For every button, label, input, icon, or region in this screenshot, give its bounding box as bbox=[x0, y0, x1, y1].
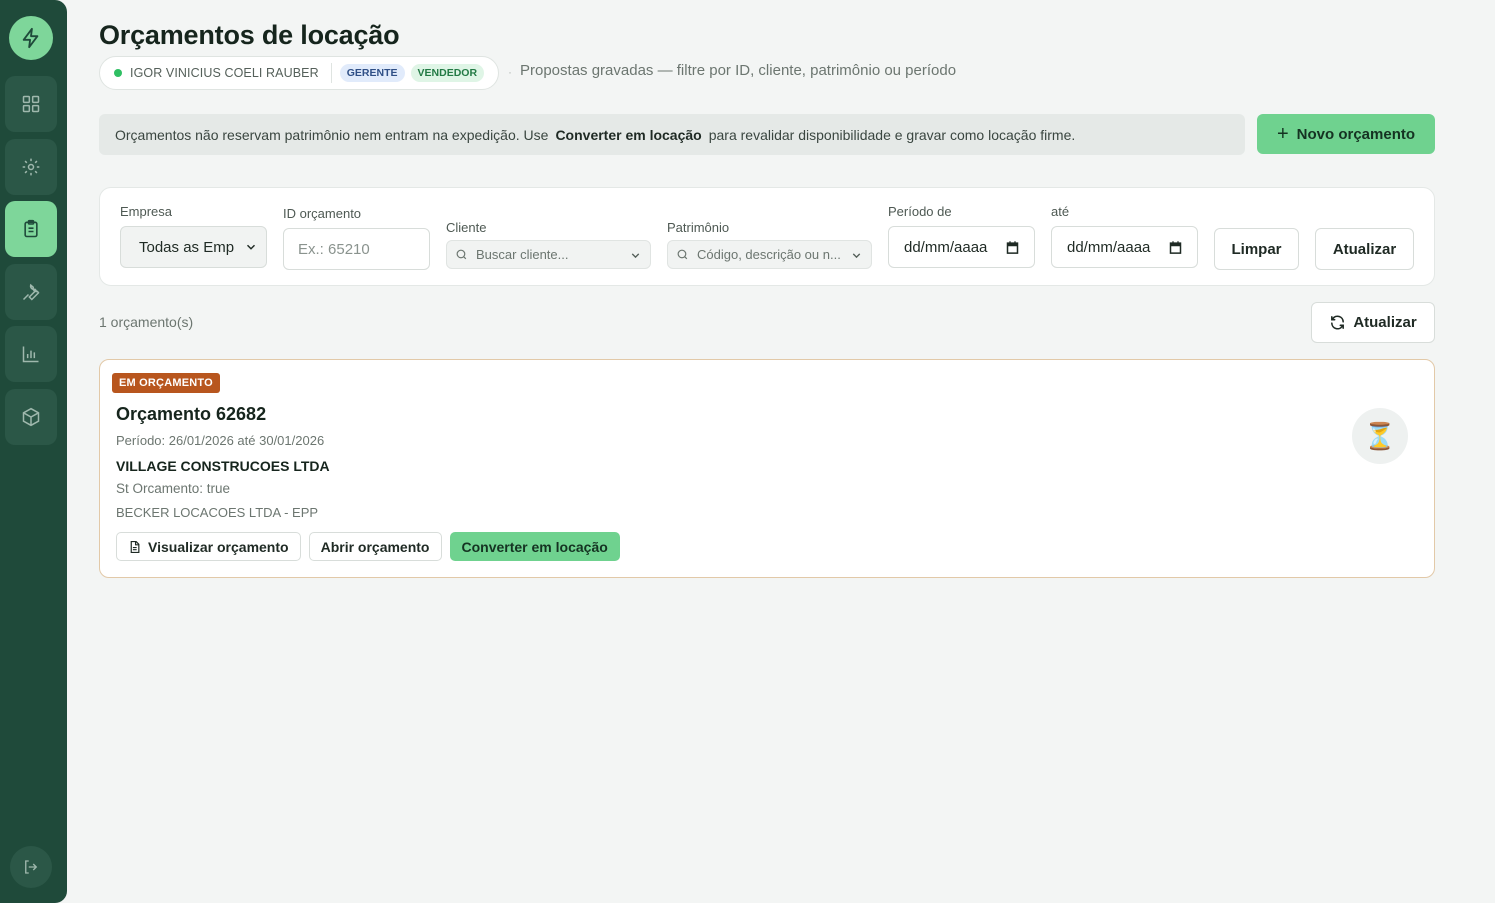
sidebar-item-inventory[interactable] bbox=[5, 389, 57, 445]
page-subtitle: Propostas gravadas — filtre por ID, clie… bbox=[520, 62, 957, 79]
ate-date-input[interactable]: dd/mm/aaaa bbox=[1051, 226, 1198, 268]
empresa-label: Empresa bbox=[120, 204, 173, 219]
separator-dot: · bbox=[508, 65, 512, 79]
gear-icon bbox=[22, 158, 40, 176]
banner-text-before: Orçamentos não reservam patrimônio nem e… bbox=[115, 126, 549, 143]
refresh-icon bbox=[1331, 315, 1345, 330]
banner-highlight: Converter em locação bbox=[555, 126, 702, 143]
id-input[interactable]: Ex.: 65210 bbox=[283, 228, 430, 270]
user-name: IGOR VINICIUS COELI RAUBER bbox=[130, 66, 319, 80]
quote-actions: Visualizar orçamento Abrir orçamento Con… bbox=[116, 532, 620, 561]
patrimonio-placeholder: Código, descrição ou n... bbox=[697, 247, 841, 262]
chevron-down-icon bbox=[852, 253, 861, 259]
cliente-label: Cliente bbox=[446, 220, 487, 235]
wrench-icon bbox=[22, 283, 40, 301]
calendar-icon[interactable] bbox=[1005, 240, 1020, 255]
search-icon bbox=[455, 248, 468, 261]
periodo-de-date-input[interactable]: dd/mm/aaaa bbox=[888, 226, 1035, 268]
refresh-label: Atualizar bbox=[1353, 314, 1417, 331]
page-title: Orçamentos de locação bbox=[99, 20, 400, 50]
periodo-de-value: dd/mm/aaaa bbox=[904, 238, 988, 256]
convert-to-rental-button[interactable]: Converter em locação bbox=[449, 532, 620, 561]
sidebar-item-quotes[interactable] bbox=[5, 201, 57, 257]
apply-filters-button[interactable]: Atualizar bbox=[1315, 228, 1414, 270]
empresa-value: Todas as Emp bbox=[139, 238, 235, 256]
role-badge-gerente: GERENTE bbox=[339, 64, 405, 82]
user-chip: IGOR VINICIUS COELI RAUBER GERENTE VENDE… bbox=[99, 56, 499, 90]
online-status-icon bbox=[114, 69, 122, 77]
clipboard-icon bbox=[24, 219, 38, 238]
quote-title: Orçamento 62682 bbox=[116, 404, 267, 424]
id-placeholder: Ex.: 65210 bbox=[298, 240, 370, 258]
view-quote-button[interactable]: Visualizar orçamento bbox=[116, 532, 301, 561]
results-count: 1 orçamento(s) bbox=[99, 314, 194, 330]
sidebar bbox=[0, 0, 67, 903]
hourglass-icon: ⏳ bbox=[1352, 408, 1408, 464]
box-icon bbox=[22, 407, 40, 427]
quote-status-flag: St Orcamento: true bbox=[116, 481, 231, 496]
logout-button[interactable] bbox=[10, 846, 52, 888]
info-banner: Orçamentos não reservam patrimônio nem e… bbox=[99, 114, 1245, 155]
divider bbox=[330, 63, 332, 83]
patrimonio-combobox[interactable]: Código, descrição ou n... bbox=[667, 240, 872, 269]
logout-icon bbox=[25, 860, 38, 874]
id-label: ID orçamento bbox=[283, 206, 362, 221]
role-badge-vendedor: VENDEDOR bbox=[410, 64, 485, 82]
cliente-combobox[interactable]: Buscar cliente... bbox=[446, 240, 651, 269]
empresa-select[interactable]: Todas as Emp bbox=[120, 226, 267, 268]
sidebar-item-reports[interactable] bbox=[5, 326, 57, 382]
search-icon bbox=[676, 248, 689, 261]
quote-card: EM ORÇAMENTO Orçamento 62682 Período: 26… bbox=[99, 359, 1435, 578]
sidebar-item-dashboard[interactable] bbox=[5, 76, 57, 132]
filters-card: Empresa Todas as Emp ID orçamento Ex.: 6… bbox=[99, 187, 1435, 286]
grid-icon bbox=[22, 95, 40, 113]
plus-icon: + bbox=[1276, 123, 1289, 145]
chevron-down-icon bbox=[631, 253, 640, 259]
open-quote-button[interactable]: Abrir orçamento bbox=[308, 532, 442, 561]
clear-filters-button[interactable]: Limpar bbox=[1214, 228, 1299, 270]
periodo-de-label: Período de bbox=[888, 204, 952, 219]
refresh-button[interactable]: Atualizar bbox=[1311, 302, 1435, 343]
quote-company: BECKER LOCACOES LTDA - EPP bbox=[116, 505, 319, 520]
ate-value: dd/mm/aaaa bbox=[1067, 238, 1151, 256]
quote-client: VILLAGE CONSTRUCOES LTDA bbox=[116, 458, 330, 474]
quote-period: Período: 26/01/2026 até 30/01/2026 bbox=[116, 433, 325, 448]
new-quote-label: Novo orçamento bbox=[1296, 125, 1416, 143]
document-icon bbox=[130, 540, 140, 553]
status-badge: EM ORÇAMENTO bbox=[112, 373, 220, 393]
bar-chart-icon bbox=[22, 346, 39, 363]
sidebar-item-settings[interactable] bbox=[5, 139, 57, 195]
lightning-logo-icon[interactable] bbox=[9, 16, 53, 60]
patrimonio-label: Patrimônio bbox=[667, 220, 730, 235]
view-quote-label: Visualizar orçamento bbox=[148, 538, 289, 555]
sidebar-item-maintenance[interactable] bbox=[5, 264, 57, 320]
chevron-down-icon bbox=[246, 244, 256, 250]
calendar-icon[interactable] bbox=[1168, 240, 1183, 255]
banner-text-after: para revalidar disponibilidade e gravar … bbox=[708, 126, 1076, 143]
new-quote-button[interactable]: + Novo orçamento bbox=[1257, 114, 1435, 154]
ate-label: até bbox=[1051, 204, 1070, 219]
cliente-placeholder: Buscar cliente... bbox=[476, 247, 569, 262]
